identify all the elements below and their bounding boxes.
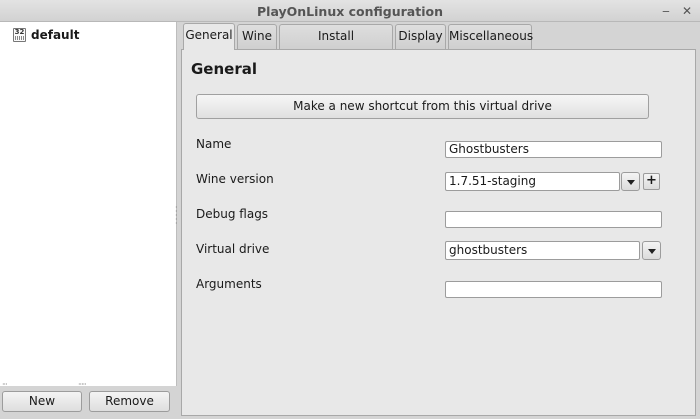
arguments-label: Arguments: [196, 277, 262, 291]
remove-button[interactable]: Remove: [89, 391, 170, 412]
title-bar: PlayOnLinux configuration ‒ ✕: [0, 0, 700, 22]
wine-version-select[interactable]: 1.7.51-staging: [445, 172, 620, 191]
wine-version-label: Wine version: [196, 172, 274, 186]
virtual-drive-label: Virtual drive: [196, 242, 270, 256]
splitter-handle[interactable]: · · · · ·: [175, 204, 179, 228]
chevron-down-icon: [648, 249, 656, 254]
tab-install-components[interactable]: Install components: [279, 24, 393, 66]
tab-miscellaneous[interactable]: Miscellaneous: [448, 24, 533, 49]
name-field[interactable]: Ghostbusters: [445, 141, 662, 158]
tab-general[interactable]: General: [183, 23, 235, 50]
plus-icon: +: [646, 173, 657, 188]
make-shortcut-button[interactable]: Make a new shortcut from this virtual dr…: [196, 94, 649, 119]
page-title: General: [191, 60, 257, 78]
arguments-field[interactable]: [445, 281, 662, 298]
debug-flags-field[interactable]: [445, 211, 662, 228]
prefix-item-default[interactable]: 32 default: [13, 26, 79, 44]
virtual-drive-select[interactable]: ghostbusters: [445, 241, 640, 260]
prefix-list[interactable]: 32 default: [0, 22, 177, 386]
name-label: Name: [196, 137, 232, 151]
window-title: PlayOnLinux configuration: [257, 4, 443, 19]
tab-display[interactable]: Display: [395, 24, 446, 49]
debug-flags-label: Debug flags: [196, 207, 269, 221]
virtual-drive-dropdown[interactable]: [642, 241, 661, 260]
prefix-item-label: default: [31, 28, 80, 42]
wine-version-dropdown[interactable]: [621, 172, 640, 191]
chevron-down-icon: [627, 180, 635, 185]
tab-wine[interactable]: Wine: [237, 24, 277, 49]
wine-prefix-icon: 32: [13, 28, 26, 42]
close-icon[interactable]: ✕: [679, 3, 695, 19]
new-button[interactable]: New: [2, 391, 82, 412]
minimize-icon[interactable]: ‒: [658, 3, 674, 19]
add-wine-version-button[interactable]: +: [643, 173, 660, 190]
